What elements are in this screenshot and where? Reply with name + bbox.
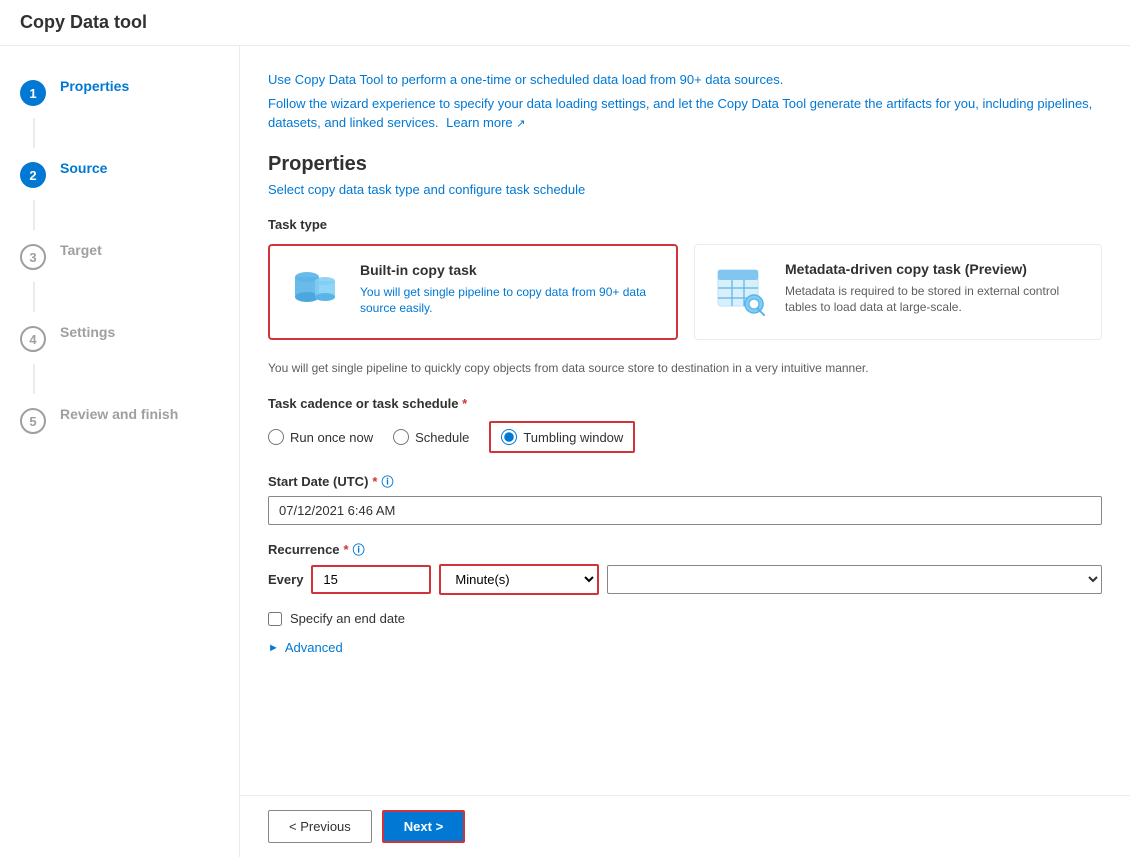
metadata-svg bbox=[714, 264, 768, 318]
footer-buttons: < Previous Next > bbox=[268, 810, 465, 843]
task-type-label: Task type bbox=[268, 217, 1102, 232]
step-number-2: 2 bbox=[20, 162, 46, 188]
sidebar-label-settings: Settings bbox=[60, 324, 115, 340]
sidebar-item-properties[interactable]: 1 Properties bbox=[0, 66, 239, 118]
task-cards-container: Built-in copy task You will get single p… bbox=[268, 244, 1102, 340]
intro-line2: Follow the wizard experience to specify … bbox=[268, 94, 1102, 133]
builtin-card-title: Built-in copy task bbox=[360, 262, 660, 278]
recurrence-number-input[interactable] bbox=[311, 565, 431, 594]
external-link-icon: ↗ bbox=[516, 118, 525, 130]
sidebar-label-review: Review and finish bbox=[60, 406, 178, 422]
builtin-card-desc: You will get single pipeline to copy dat… bbox=[360, 284, 660, 318]
footer: < Previous Next > bbox=[240, 795, 1130, 857]
sidebar-label-properties: Properties bbox=[60, 78, 129, 94]
radio-run-once[interactable]: Run once now bbox=[268, 429, 373, 445]
radio-tumbling-window-input[interactable] bbox=[501, 429, 517, 445]
recurrence-required: * bbox=[344, 542, 349, 557]
sidebar-connector-3 bbox=[33, 282, 35, 312]
metadata-card-desc: Metadata is required to be stored in ext… bbox=[785, 283, 1085, 317]
radio-schedule[interactable]: Schedule bbox=[393, 429, 469, 445]
radio-tumbling-window-label: Tumbling window bbox=[523, 430, 623, 445]
radio-tumbling-window[interactable]: Tumbling window bbox=[489, 421, 635, 453]
next-button[interactable]: Next > bbox=[382, 810, 465, 843]
radio-schedule-label: Schedule bbox=[415, 430, 469, 445]
metadata-task-icon bbox=[711, 261, 771, 321]
step-number-4: 4 bbox=[20, 326, 46, 352]
start-date-info-icon: ⓘ bbox=[381, 473, 393, 490]
sidebar-connector-1 bbox=[33, 118, 35, 148]
app-header: Copy Data tool bbox=[0, 0, 1130, 46]
metadata-card-body: Metadata-driven copy task (Preview) Meta… bbox=[785, 261, 1085, 317]
step-number-5: 5 bbox=[20, 408, 46, 434]
sidebar-item-review[interactable]: 5 Review and finish bbox=[0, 394, 239, 446]
previous-button[interactable]: < Previous bbox=[268, 810, 372, 843]
radio-schedule-input[interactable] bbox=[393, 429, 409, 445]
sidebar-connector-2 bbox=[33, 200, 35, 230]
task-cadence-label: Task cadence or task schedule * bbox=[268, 396, 1102, 411]
step-number-1: 1 bbox=[20, 80, 46, 106]
radio-run-once-input[interactable] bbox=[268, 429, 284, 445]
task-card-builtin[interactable]: Built-in copy task You will get single p… bbox=[268, 244, 678, 340]
recurrence-unit-select[interactable]: Minute(s) Hour(s) Day(s) Week(s) Month(s… bbox=[439, 564, 599, 595]
step-number-3: 3 bbox=[20, 244, 46, 270]
main-content: Use Copy Data Tool to perform a one-time… bbox=[240, 46, 1130, 795]
advanced-row[interactable]: ► Advanced bbox=[268, 640, 1102, 655]
cadence-required: * bbox=[462, 396, 467, 411]
end-date-checkbox[interactable] bbox=[268, 612, 282, 626]
pipeline-note: You will get single pipeline to quickly … bbox=[268, 360, 1102, 377]
sidebar-item-source[interactable]: 2 Source bbox=[0, 148, 239, 200]
metadata-card-title: Metadata-driven copy task (Preview) bbox=[785, 261, 1085, 277]
task-card-metadata[interactable]: Metadata-driven copy task (Preview) Meta… bbox=[694, 244, 1102, 340]
sidebar-label-target: Target bbox=[60, 242, 102, 258]
recurrence-ext-select[interactable] bbox=[607, 565, 1102, 594]
sidebar-item-settings[interactable]: 4 Settings bbox=[0, 312, 239, 364]
section-title: Properties bbox=[268, 153, 1102, 176]
advanced-arrow-icon: ► bbox=[268, 642, 279, 654]
section-subtitle: Select copy data task type and configure… bbox=[268, 182, 1102, 197]
sidebar-connector-4 bbox=[33, 364, 35, 394]
start-date-input[interactable] bbox=[268, 496, 1102, 525]
recurrence-info-icon: ⓘ bbox=[353, 541, 365, 558]
builtin-card-body: Built-in copy task You will get single p… bbox=[360, 262, 660, 318]
intro-line1: Use Copy Data Tool to perform a one-time… bbox=[268, 70, 1102, 90]
radio-group-cadence: Run once now Schedule Tumbling window bbox=[268, 421, 1102, 453]
every-label: Every bbox=[268, 572, 303, 587]
app-title: Copy Data tool bbox=[20, 12, 147, 32]
start-date-label: Start Date (UTC) * ⓘ bbox=[268, 473, 1102, 490]
end-date-label: Specify an end date bbox=[290, 611, 405, 626]
recurrence-row: Every Minute(s) Hour(s) Day(s) Week(s) M… bbox=[268, 564, 1102, 595]
start-date-required: * bbox=[372, 474, 377, 489]
cylinder-svg bbox=[289, 265, 343, 319]
intro-text: Use Copy Data Tool to perform a one-time… bbox=[268, 70, 1102, 133]
advanced-label: Advanced bbox=[285, 640, 343, 655]
sidebar: 1 Properties 2 Source 3 Target 4 Setting… bbox=[0, 46, 240, 857]
end-date-checkbox-row: Specify an end date bbox=[268, 611, 1102, 626]
learn-more-link[interactable]: Learn more bbox=[446, 115, 512, 130]
sidebar-item-target[interactable]: 3 Target bbox=[0, 230, 239, 282]
recurrence-label: Recurrence * ⓘ bbox=[268, 541, 1102, 558]
builtin-task-icon bbox=[286, 262, 346, 322]
sidebar-label-source: Source bbox=[60, 160, 107, 176]
radio-run-once-label: Run once now bbox=[290, 430, 373, 445]
